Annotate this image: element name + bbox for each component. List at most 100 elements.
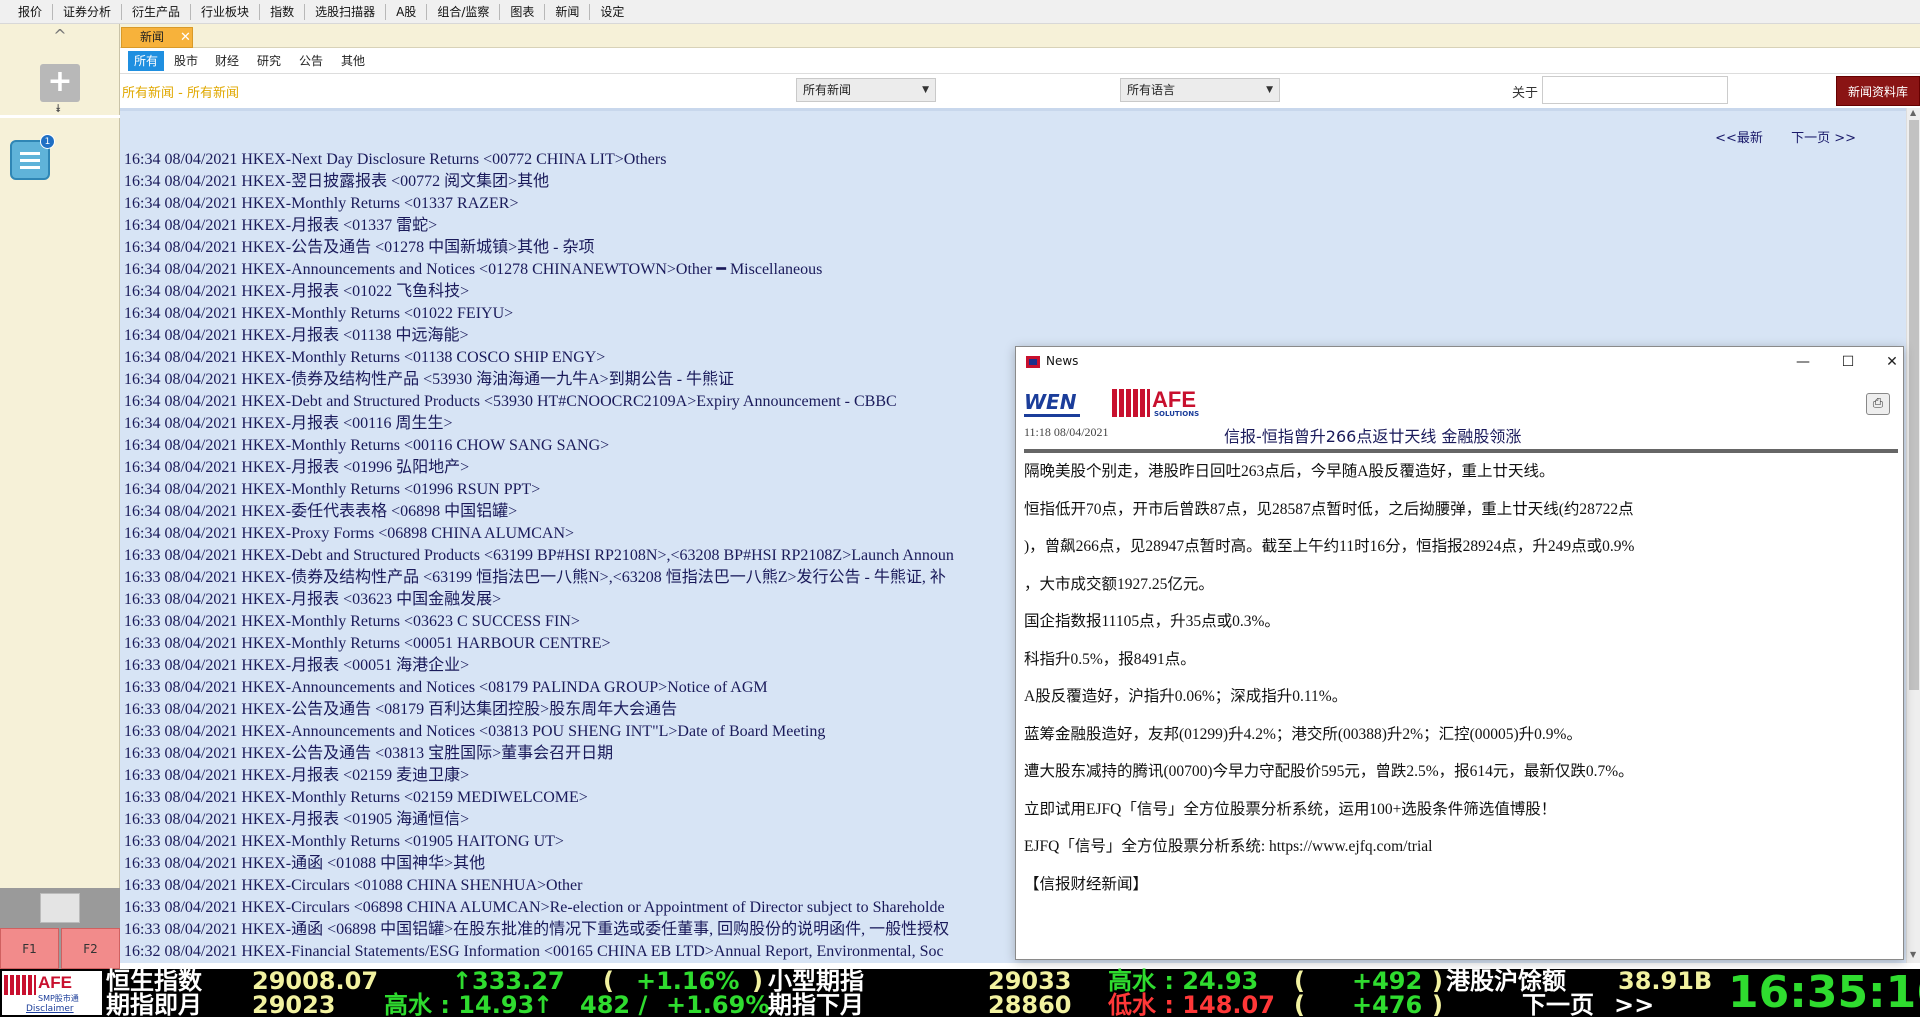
wen-logo: WEN bbox=[1024, 387, 1080, 417]
futures-current-value: 29023 bbox=[252, 991, 336, 1017]
up-arrow-icon: ↑ bbox=[452, 967, 473, 995]
article-paragraph: )，曾飙266点，见28947点暂时高。截至上午约11时16分，恒指报28924… bbox=[1024, 538, 1635, 555]
article-paragraph: ，大市成交额1927.25亿元。 bbox=[1024, 575, 1214, 593]
small-futures-label: 小型期指 bbox=[768, 967, 864, 995]
f2-button[interactable]: F2 bbox=[61, 928, 120, 969]
futures-current-change: 482 / bbox=[580, 991, 648, 1017]
disclaimer-link[interactable]: Disclaimer bbox=[26, 1004, 74, 1014]
menu-separator bbox=[499, 3, 501, 20]
small-futures-premium: 高水 : 24.93 bbox=[1108, 967, 1259, 995]
window-title: News bbox=[1046, 354, 1079, 368]
f1-button[interactable]: F1 bbox=[0, 928, 59, 969]
about-label: 关于 bbox=[1512, 86, 1539, 101]
menu-separator bbox=[426, 3, 428, 20]
filter-bar: 所有新闻 - 所有新闻 所有新闻 ▼ 所有语言 ▼ 关于 新闻资料库 bbox=[120, 74, 1920, 108]
scroll-up-icon[interactable]: ▲ bbox=[1910, 108, 1916, 117]
news-list-item[interactable]: 16:34 08/04/2021 HKEX-Monthly Returns <0… bbox=[124, 193, 1904, 215]
headline-divider bbox=[1024, 449, 1898, 453]
menu-item[interactable]: 设定 bbox=[592, 0, 632, 24]
printer-icon[interactable]: ⎙ bbox=[1866, 393, 1890, 415]
filter-title: 所有新闻 - 所有新闻 bbox=[122, 86, 239, 101]
menu-separator bbox=[259, 3, 261, 20]
paren-close: ) bbox=[1432, 967, 1443, 995]
menu-separator bbox=[190, 3, 192, 20]
next-page-link[interactable]: 下一页 >> bbox=[1791, 131, 1856, 146]
close-icon[interactable]: ✕ bbox=[180, 28, 192, 47]
document-icon[interactable] bbox=[40, 893, 80, 923]
southbound-balance-value: 38.91B bbox=[1618, 967, 1713, 995]
menu-item[interactable]: 报价 bbox=[10, 0, 50, 24]
menu-item[interactable]: A股 bbox=[388, 0, 424, 24]
futures-current-premium: 高水 : 14.93 bbox=[384, 991, 535, 1017]
latest-link[interactable]: <<最新 bbox=[1715, 131, 1763, 146]
add-panel-button[interactable]: + bbox=[40, 64, 80, 102]
minimize-icon[interactable]: — bbox=[1791, 351, 1815, 373]
menu-item[interactable]: 图表 bbox=[502, 0, 542, 24]
news-database-button[interactable]: 新闻资料库 bbox=[1836, 76, 1920, 106]
paren-open: ( bbox=[603, 967, 614, 995]
tab-strip: 新闻 ✕ bbox=[120, 24, 1920, 48]
menu-item[interactable]: 证券分析 bbox=[55, 0, 119, 24]
scrollbar-thumb[interactable] bbox=[1909, 120, 1919, 690]
afe-solutions-logo: AFE SOLUTIONS bbox=[1112, 387, 1222, 419]
select-value: 所有语言 bbox=[1127, 83, 1176, 97]
news-count-badge: 1 bbox=[40, 134, 55, 149]
sidebar-function-panel: F1 F2 bbox=[0, 888, 120, 969]
language-select[interactable]: 所有语言 ▼ bbox=[1120, 78, 1280, 102]
news-category-select[interactable]: 所有新闻 ▼ bbox=[796, 78, 936, 102]
left-sidebar: ^ + ⯯ 1 F1 F2 bbox=[0, 24, 120, 969]
news-list-item[interactable]: 16:34 08/04/2021 HKEX-翌日披露报表 <00772 阅文集团… bbox=[124, 171, 1904, 193]
ticker-next-page[interactable]: 下一页 bbox=[1522, 993, 1594, 1017]
news-list-item[interactable]: 16:34 08/04/2021 HKEX-月报表 <01138 中远海能> bbox=[124, 325, 1904, 347]
maximize-icon[interactable]: ☐ bbox=[1836, 351, 1860, 373]
menu-separator bbox=[52, 3, 54, 20]
hsi-label: 恒生指数 bbox=[106, 967, 202, 995]
menu-item[interactable]: 行业板块 bbox=[193, 0, 257, 24]
subtab-research[interactable]: 研究 bbox=[251, 51, 287, 71]
menu-item[interactable]: 衍生产品 bbox=[124, 0, 188, 24]
subtab-all[interactable]: 所有 bbox=[128, 51, 165, 71]
menu-item[interactable]: 选股扫描器 bbox=[307, 0, 383, 24]
ticker-logo-text: AFE bbox=[38, 973, 72, 992]
futures-next-discount: 低水 : 148.07 bbox=[1108, 991, 1275, 1017]
menu-separator bbox=[544, 3, 546, 20]
menu-item[interactable]: 组合/监察 bbox=[429, 0, 497, 24]
tab-label: 新闻 bbox=[140, 30, 165, 44]
hsi-value: 29008.07 bbox=[252, 967, 379, 995]
tab-news[interactable]: 新闻 ✕ bbox=[121, 27, 193, 48]
double-chevron-down-icon[interactable]: ⯯ bbox=[55, 102, 62, 116]
ticker-next-arrows[interactable]: >> bbox=[1614, 993, 1654, 1017]
subtab-other[interactable]: 其他 bbox=[335, 51, 371, 71]
menu-bar: 报价 证券分析 衍生产品 行业板块 指数 选股扫描器 A股 组合/监察 图表 新闻 设定 bbox=[0, 0, 1920, 24]
news-list-item[interactable]: 16:34 08/04/2021 HKEX-Monthly Returns <0… bbox=[124, 303, 1904, 325]
dropdown-arrow-icon: ▼ bbox=[1266, 85, 1273, 95]
ticker-logo-sub: SMP股市通 bbox=[38, 994, 79, 1003]
menu-item[interactable]: 新闻 bbox=[547, 0, 587, 24]
article-paragraph: A股反覆造好，沪指升0.06%；深成指升0.11%。 bbox=[1024, 688, 1348, 705]
news-popup-window: News — ☐ ✕ WEN AFE SOLUTIONS ⎙ 11:18 08/… bbox=[1015, 346, 1904, 960]
news-list-item[interactable]: 16:34 08/04/2021 HKEX-公告及通告 <01278 中国新城镇… bbox=[124, 237, 1904, 259]
subtab-announcements[interactable]: 公告 bbox=[293, 51, 329, 71]
news-list-item[interactable]: 16:34 08/04/2021 HKEX-Next Day Disclosur… bbox=[124, 149, 1904, 171]
menu-separator bbox=[304, 3, 306, 20]
scroll-down-icon[interactable]: ▼ bbox=[1910, 950, 1916, 959]
futures-next-change: +476 bbox=[1352, 991, 1423, 1017]
subtab-stocks[interactable]: 股市 bbox=[168, 51, 204, 71]
news-list-item[interactable]: 16:34 08/04/2021 HKEX-月报表 <01022 飞鱼科技> bbox=[124, 281, 1904, 303]
sidebar-divider bbox=[0, 115, 120, 118]
close-icon[interactable]: ✕ bbox=[1880, 351, 1904, 373]
chevron-up-icon[interactable]: ^ bbox=[50, 26, 70, 46]
menu-separator bbox=[385, 3, 387, 20]
vertical-scrollbar[interactable]: ▲ ▼ bbox=[1906, 108, 1920, 963]
hsi-change: 333.27 bbox=[472, 967, 565, 995]
news-list-item[interactable]: 16:34 08/04/2021 HKEX-月报表 <01337 雷蛇> bbox=[124, 215, 1904, 237]
news-list-item[interactable]: 16:34 08/04/2021 HKEX-Announcements and … bbox=[124, 259, 1904, 281]
subtab-finance[interactable]: 财经 bbox=[209, 51, 245, 71]
menu-item[interactable]: 指数 bbox=[262, 0, 302, 24]
market-clock: 16:35:16 bbox=[1728, 967, 1920, 1017]
afe-logo-sub: SOLUTIONS bbox=[1154, 410, 1200, 418]
about-search-input[interactable] bbox=[1542, 76, 1728, 104]
small-futures-change: +492 bbox=[1352, 967, 1423, 995]
article-paragraph: 恒指低开70点，开市后曾跌87点，见28587点暂时低，之后拗腰弹，重上廿天线(… bbox=[1024, 500, 1634, 518]
window-title-bar[interactable]: News — ☐ ✕ bbox=[1016, 347, 1903, 377]
